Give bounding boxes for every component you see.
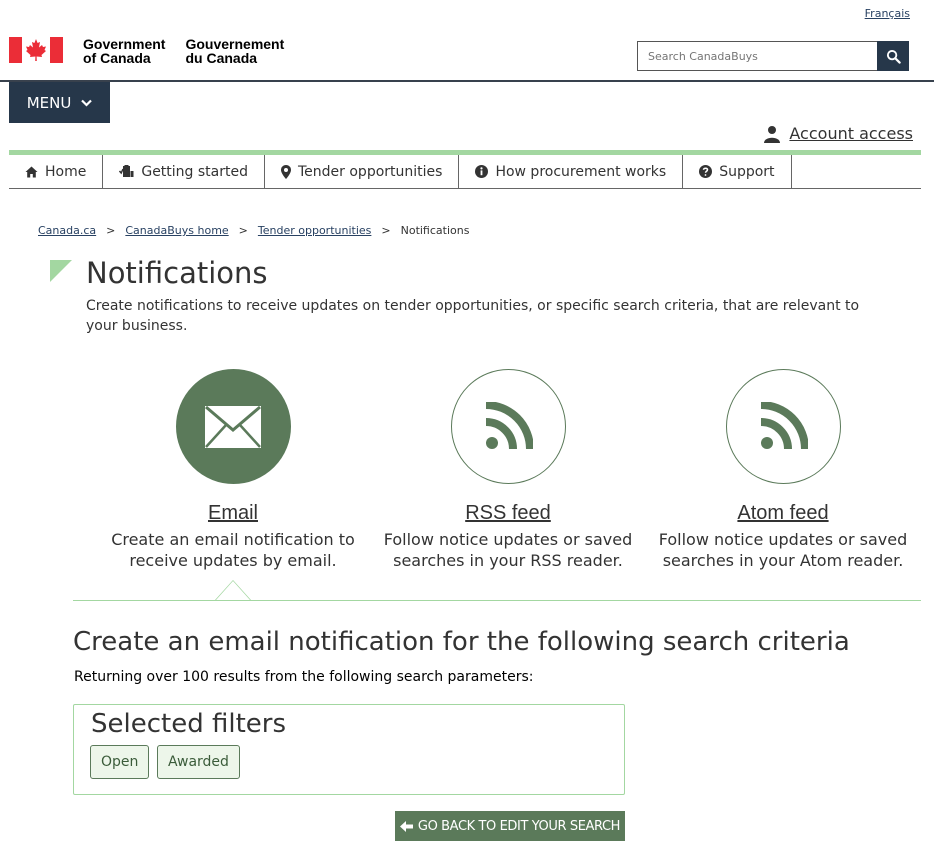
breadcrumb-separator: > [238, 224, 248, 237]
back-to-search-label: GO BACK TO EDIT YOUR SEARCH [417, 818, 621, 834]
government-of-canada-en: Government of Canada [83, 36, 166, 66]
rss-icon [485, 401, 533, 449]
government-signature[interactable]: Government of Canada Gouvernement du Can… [9, 37, 304, 65]
rss-option-circle[interactable] [450, 369, 566, 484]
nav-item-label: Home [45, 163, 87, 180]
email-option-title[interactable]: Email [103, 502, 363, 525]
info-icon [475, 165, 489, 178]
language-toggle-link[interactable]: Français [865, 7, 910, 20]
search-icon [886, 49, 901, 64]
nav-item-tender-opportunities[interactable]: Tender opportunities [265, 155, 460, 188]
atom-option-title[interactable]: Atom feed [653, 502, 913, 525]
checklist-icon [119, 165, 134, 177]
page-title-block: Notifications [50, 256, 268, 290]
page-title: Notifications [86, 256, 268, 290]
breadcrumb-separator: > [381, 224, 391, 237]
results-summary: Returning over 100 results from the foll… [74, 669, 534, 685]
email-option-description: Create an email notification to receive … [111, 530, 355, 570]
nav-item-label: Support [719, 163, 775, 180]
selected-option-pointer [215, 580, 251, 600]
page-intro: Create notifications to receive updates … [86, 298, 860, 334]
account-access-label: Account access [789, 124, 913, 143]
site-search [637, 41, 909, 71]
title-accent-icon [50, 260, 72, 282]
search-input[interactable] [637, 41, 877, 71]
nav-item-getting-started[interactable]: Getting started [103, 155, 265, 188]
breadcrumb-current: Notifications [400, 224, 470, 237]
selected-filters-panel: Selected filters Open Awarded [73, 704, 625, 795]
header-divider [0, 80, 934, 82]
selected-filters-title: Selected filters [91, 709, 286, 739]
menu-button[interactable]: MENU [9, 82, 110, 123]
breadcrumb-separator: > [106, 224, 116, 237]
rss-option-title[interactable]: RSS feed [378, 502, 638, 525]
atom-option-circle[interactable] [725, 369, 841, 484]
filter-tag-awarded[interactable]: Awarded [157, 745, 240, 779]
nav-item-label: Getting started [141, 163, 248, 180]
search-button[interactable] [877, 41, 909, 71]
section-divider [73, 600, 921, 601]
breadcrumb-link-tender-opportunities[interactable]: Tender opportunities [258, 224, 372, 237]
main-navigation: Home Getting started Tender opportunitie… [9, 155, 921, 189]
breadcrumb-link-canada[interactable]: Canada.ca [38, 224, 96, 237]
nav-item-label: How procurement works [495, 163, 667, 180]
rss-option-description: Follow notice updates or saved searches … [383, 530, 633, 570]
breadcrumb-link-canadabuys-home[interactable]: CanadaBuys home [125, 224, 228, 237]
breadcrumb: Canada.ca > CanadaBuys home > Tender opp… [38, 224, 469, 237]
envelope-icon [205, 405, 261, 448]
email-option[interactable]: Email Create an email notification to re… [103, 369, 363, 571]
canada-flag-icon [9, 37, 63, 63]
nav-item-label: Tender opportunities [298, 163, 443, 180]
map-marker-icon [281, 164, 291, 179]
user-icon [764, 125, 781, 143]
nav-item-home[interactable]: Home [9, 155, 104, 188]
rss-option[interactable]: RSS feed Follow notice updates or saved … [378, 369, 638, 571]
back-to-search-button[interactable]: GO BACK TO EDIT YOUR SEARCH [395, 811, 625, 841]
email-option-circle[interactable] [175, 369, 291, 484]
chevron-down-icon [81, 99, 93, 107]
nav-item-how-procurement-works[interactable]: How procurement works [459, 155, 684, 188]
rss-icon [760, 401, 808, 449]
question-icon [699, 165, 713, 178]
criteria-heading: Create an email notification for the fol… [73, 627, 850, 657]
atom-option-description: Follow notice updates or saved searches … [658, 530, 908, 570]
nav-item-support[interactable]: Support [683, 155, 792, 188]
filter-tag-open[interactable]: Open [90, 745, 150, 779]
atom-option[interactable]: Atom feed Follow notice updates or saved… [653, 369, 913, 571]
account-access-link[interactable]: Account access [763, 124, 913, 143]
government-of-canada-fr: Gouvernement du Canada [185, 36, 285, 66]
menu-label: MENU [26, 93, 72, 112]
home-icon [25, 166, 38, 177]
arrow-left-icon [399, 820, 413, 832]
